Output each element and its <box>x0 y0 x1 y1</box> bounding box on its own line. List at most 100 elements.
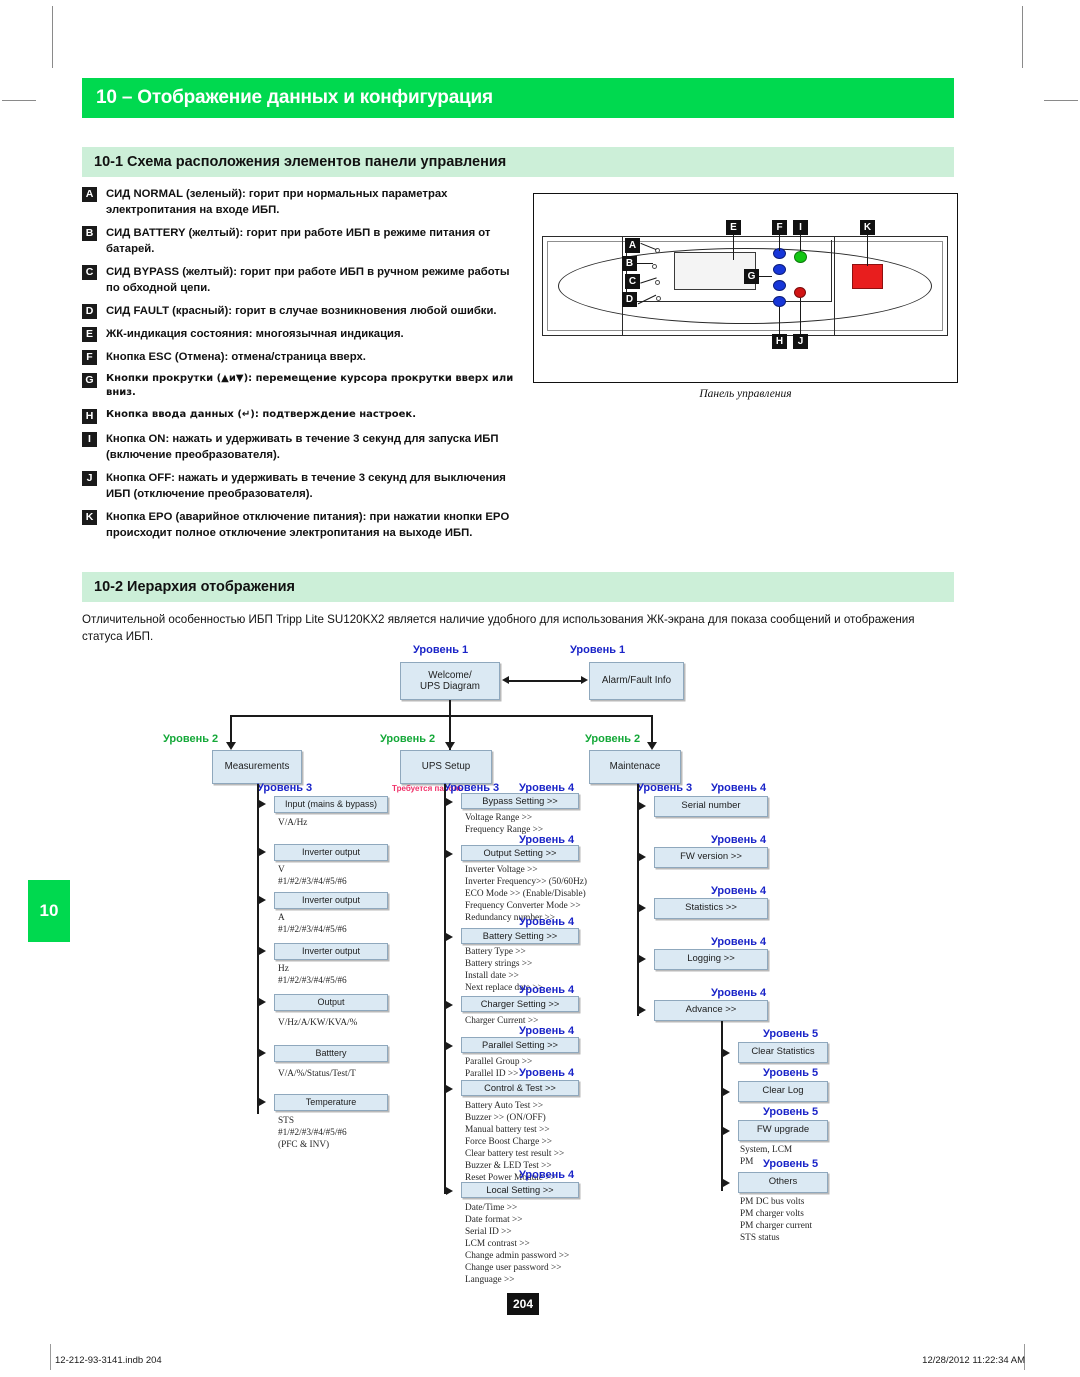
legend-text: Кнопки прокрутки (▲и▼): перемещение курс… <box>106 373 514 399</box>
node-clear-log[interactable]: Clear Log <box>738 1081 828 1102</box>
arrow-u6 <box>446 1187 453 1195</box>
arrow-m6 <box>259 1098 266 1106</box>
level2-label-measurements: Уровень 2 <box>163 733 219 745</box>
epo-button[interactable] <box>852 264 883 289</box>
level4-label-battery: Уровень 4 <box>519 916 575 928</box>
list-item: F Кнопка ESC (Отмена): отмена/страница вв… <box>82 349 522 366</box>
list-item: C СИД BYPASS (желтый): горит при работе И… <box>82 264 522 296</box>
callout-d: D <box>622 292 637 307</box>
node-inverter-output-a[interactable]: Inverter output <box>274 892 388 909</box>
legend-tag: J <box>82 470 97 486</box>
node-output[interactable]: Output <box>274 994 388 1011</box>
list-item: I Кнопка ON: нажать и удерживать в течени… <box>82 431 522 463</box>
arrow-u2 <box>446 933 453 941</box>
node-control-test[interactable]: Control & Test >> <box>461 1080 579 1096</box>
node-serial-number[interactable]: Serial number <box>654 796 768 817</box>
node-fw-upgrade[interactable]: FW upgrade <box>738 1120 828 1141</box>
arrow-a2 <box>723 1127 730 1135</box>
callout-f: F <box>772 220 787 235</box>
leader-e <box>733 235 734 260</box>
led-fault <box>656 296 661 301</box>
legend-text: СИД BATTERY (желтый): горит при работе И… <box>106 227 491 256</box>
callout-h: H <box>772 334 787 349</box>
legend-text: СИД BYPASS (желтый): горит при работе ИБ… <box>106 266 510 295</box>
node-others[interactable]: Others <box>738 1172 828 1193</box>
callout-a: A <box>625 238 640 253</box>
leader-f <box>779 235 780 251</box>
level4-label-local-setting: Уровень 4 <box>519 1169 575 1181</box>
leader-i <box>800 235 801 251</box>
advance-spine <box>721 1021 723 1191</box>
node-parallel-setting[interactable]: Parallel Setting >> <box>461 1037 579 1053</box>
connector-welcome-alarm <box>508 680 581 682</box>
sub-local-setting: Date/Time >> Date format >> Serial ID >>… <box>465 1203 570 1286</box>
sub-input: V/A/Hz <box>278 818 308 828</box>
footer-timestamp: 12/28/2012 11:22:34 AM <box>922 1355 1025 1366</box>
scroll-up-button[interactable] <box>773 264 786 275</box>
node-temperature[interactable]: Temperature <box>274 1094 388 1111</box>
arrow-m3 <box>259 947 266 955</box>
level2-label-ups-setup: Уровень 2 <box>380 733 436 745</box>
crop-mark-top-left <box>52 6 53 68</box>
node-local-setting[interactable]: Local Setting >> <box>461 1182 579 1198</box>
node-input-mains-bypass[interactable]: Input (mains & bypass) <box>274 796 388 813</box>
leader-k <box>867 235 868 266</box>
legend-tag: F <box>82 350 97 366</box>
list-item: A СИД NORMAL (зеленый): горит при нормаль… <box>82 186 522 218</box>
node-charger-setting[interactable]: Charger Setting >> <box>461 996 579 1012</box>
sub-inverter-v: V #1/#2/#3/#4/#5/#6 <box>278 865 347 888</box>
on-button[interactable] <box>794 251 807 263</box>
legend-tag: B <box>82 226 97 242</box>
arrow-n3 <box>639 955 646 963</box>
node-logging[interactable]: Logging >> <box>654 949 768 970</box>
arrow-to-alarm <box>581 676 588 684</box>
leader-j <box>800 298 801 335</box>
node-battery-setting[interactable]: Battery Setting >> <box>461 928 579 944</box>
node-ups-setup[interactable]: UPS Setup <box>400 750 492 784</box>
node-fw-version[interactable]: FW version >> <box>654 847 768 868</box>
sub-inverter-a: A #1/#2/#3/#4/#5/#6 <box>278 913 347 936</box>
node-statistics[interactable]: Statistics >> <box>654 898 768 919</box>
arrow-to-welcome <box>502 676 509 684</box>
level5-label-fw-upgrade: Уровень 5 <box>763 1106 819 1118</box>
node-battery[interactable]: Batttery <box>274 1045 388 1062</box>
off-button[interactable] <box>794 287 806 298</box>
legend-text: СИД NORMAL (зеленый): горит при нормальн… <box>106 188 448 217</box>
crop-mark-right-top <box>1044 100 1078 101</box>
callout-e: E <box>726 220 741 235</box>
arrow-a0 <box>723 1049 730 1057</box>
node-alarm-fault-info[interactable]: Alarm/Fault Info <box>589 662 684 700</box>
sub-battery: V/A/%/Status/Test/T <box>278 1069 356 1079</box>
enter-button[interactable] <box>773 296 786 307</box>
legend-tag: I <box>82 431 97 447</box>
list-item: J Кнопка OFF: нажать и удерживать в течен… <box>82 470 522 502</box>
branch-left-drop <box>230 715 232 745</box>
arrow-n0 <box>639 802 646 810</box>
legend-tag: G <box>82 373 97 389</box>
control-panel-figure: A B C D E F G H I J K <box>533 193 958 383</box>
node-measurements[interactable]: Measurements <box>212 750 302 784</box>
legend-text: СИД FAULT (красный): горит в случае возн… <box>106 305 497 318</box>
level4-label-control-test: Уровень 4 <box>519 1067 575 1079</box>
list-item: E ЖК-индикация состояния: многоязычная ин… <box>82 326 522 343</box>
node-inverter-output-v[interactable]: Inverter output <box>274 844 388 861</box>
crop-mark-left-top <box>2 100 36 101</box>
scroll-down-button[interactable] <box>773 280 786 291</box>
arrow-m1 <box>259 848 266 856</box>
node-welcome-ups-diagram[interactable]: Welcome/ UPS Diagram <box>400 662 500 700</box>
arrow-m0 <box>259 800 266 808</box>
node-maintenance[interactable]: Maintenace <box>589 750 681 784</box>
arrow-m2 <box>259 896 266 904</box>
node-clear-statistics[interactable]: Clear Statistics <box>738 1042 828 1063</box>
sub-output: V/Hz/A/KW/KVA/% <box>278 1018 358 1028</box>
ups-chassis-drawing <box>542 236 948 336</box>
node-bypass-setting[interactable]: Bypass Setting >> <box>461 793 579 809</box>
leader-g <box>758 276 772 277</box>
ups-setup-spine <box>444 784 446 1194</box>
leader-h <box>779 307 780 335</box>
figure-caption: Панель управления <box>699 388 792 400</box>
node-advance[interactable]: Advance >> <box>654 1000 768 1021</box>
arrow-u5 <box>446 1085 453 1093</box>
node-inverter-output-hz[interactable]: Inverter output <box>274 943 388 960</box>
node-output-setting[interactable]: Output Setting >> <box>461 845 579 861</box>
